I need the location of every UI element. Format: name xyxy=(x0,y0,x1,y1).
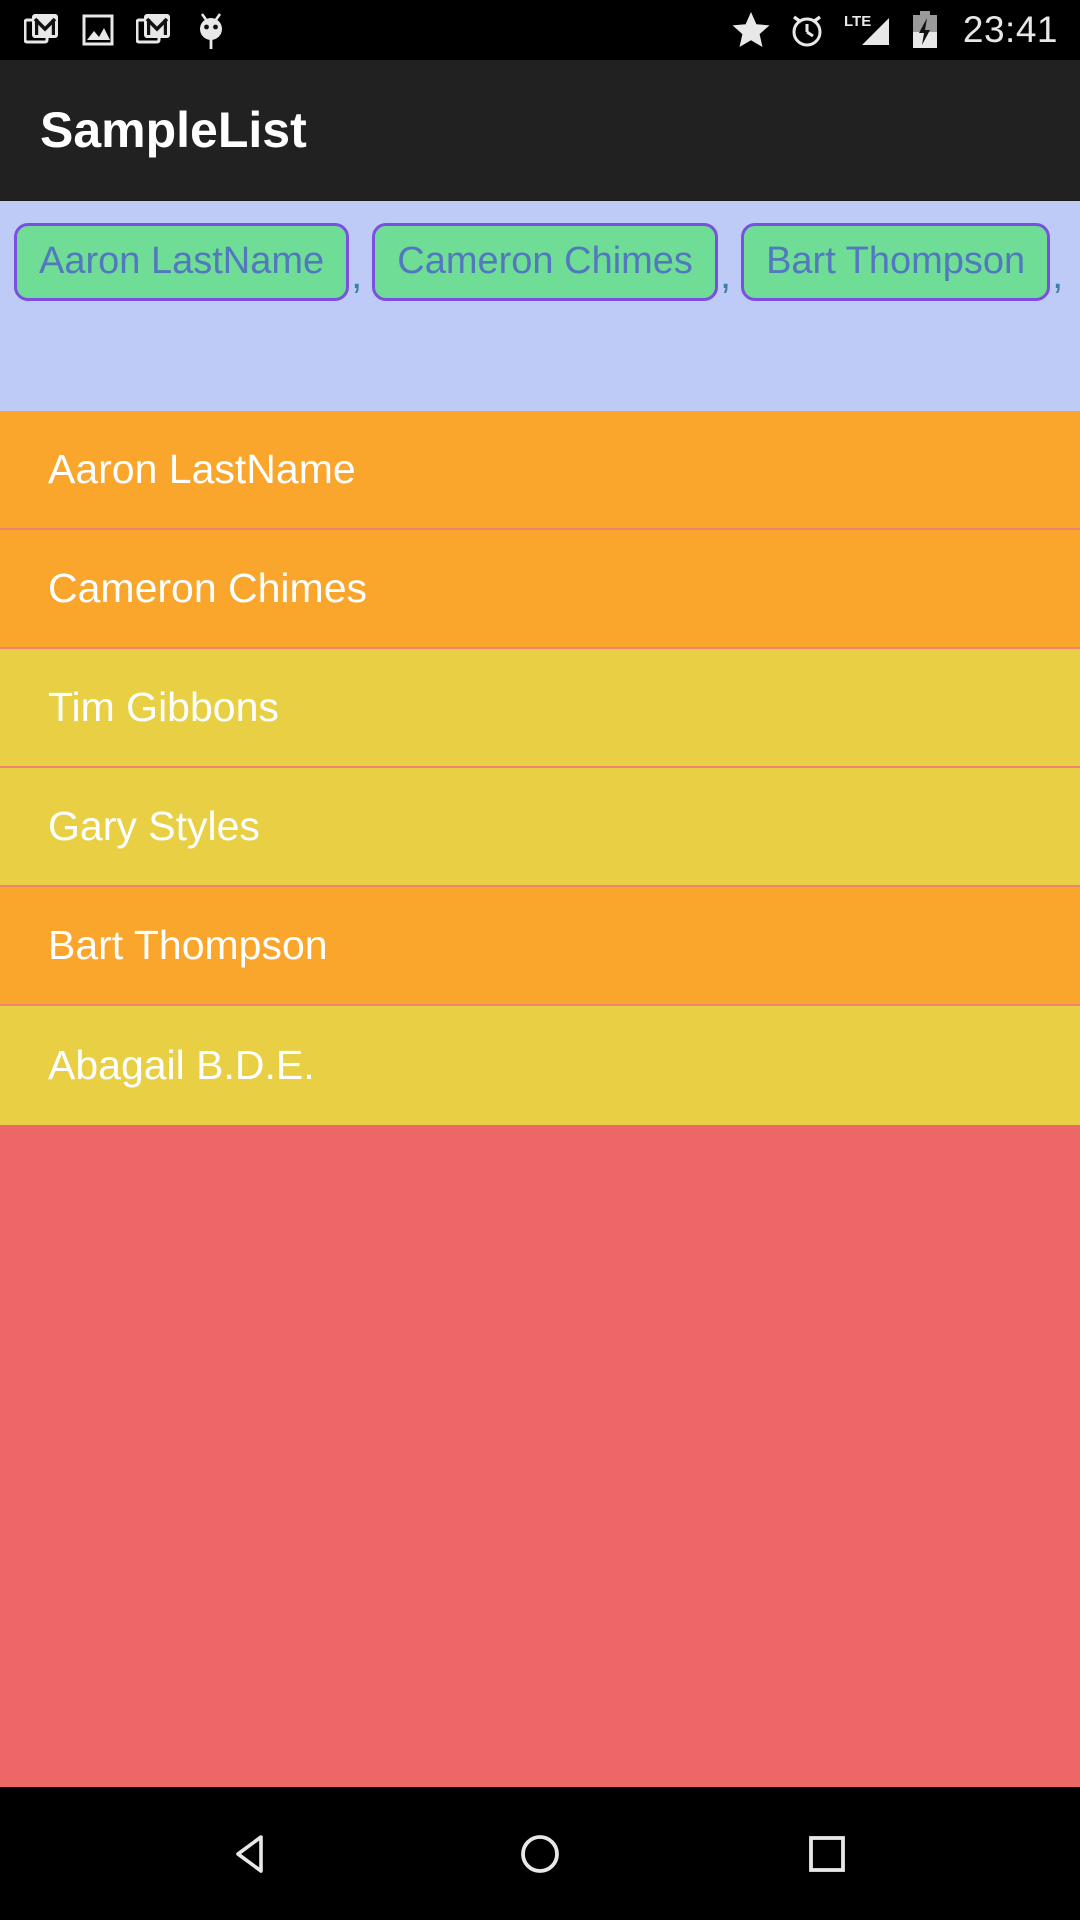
status-bar-right-icons: LTE 23:41 xyxy=(731,9,1058,51)
list-item-label: Cameron Chimes xyxy=(48,565,367,611)
app-toolbar: SampleList xyxy=(0,60,1080,201)
android-screen: LTE 23:41 SampleList Aaron LastName , Ca… xyxy=(0,0,1080,1920)
chip-item[interactable]: Cameron Chimes , xyxy=(372,223,741,301)
table-row[interactable]: Cameron Chimes xyxy=(0,530,1080,649)
chip-item[interactable]: Bart Thompson , xyxy=(741,223,1073,301)
recents-icon[interactable] xyxy=(767,1804,887,1904)
back-icon[interactable] xyxy=(193,1804,313,1904)
status-bar-left-icons xyxy=(23,10,228,50)
system-navigation-bar xyxy=(0,1787,1080,1920)
table-row[interactable]: Aaron LastName xyxy=(0,411,1080,530)
table-row[interactable]: Abagail B.D.E. xyxy=(0,1006,1080,1125)
table-row[interactable]: Gary Styles xyxy=(0,768,1080,887)
alarm-icon xyxy=(787,10,827,50)
list-item-label: Gary Styles xyxy=(48,803,260,849)
lte-signal-icon: LTE xyxy=(843,10,895,50)
list-item-label: Abagail B.D.E. xyxy=(48,1042,315,1088)
chip-item[interactable]: Aaron LastName , xyxy=(14,223,372,301)
chip-label[interactable]: Bart Thompson xyxy=(741,223,1051,301)
status-bar-clock: 23:41 xyxy=(962,9,1058,50)
gmail-icon-2 xyxy=(135,12,172,48)
selected-chips-container[interactable]: Aaron LastName , Cameron Chimes , Bart T… xyxy=(0,201,1080,411)
chip-separator: , xyxy=(1052,253,1064,297)
list-item-label: Bart Thompson xyxy=(48,922,328,968)
table-row[interactable]: Tim Gibbons xyxy=(0,649,1080,768)
gmail-icon xyxy=(23,12,60,48)
status-bar: LTE 23:41 xyxy=(0,0,1080,60)
battery-charging-icon xyxy=(911,10,939,50)
contact-list[interactable]: Aaron LastName Cameron Chimes Tim Gibbon… xyxy=(0,411,1080,1787)
chip-separator: , xyxy=(351,253,363,297)
table-row[interactable]: Bart Thompson xyxy=(0,887,1080,1006)
list-empty-area xyxy=(0,1125,1080,1787)
list-item-label: Aaron LastName xyxy=(48,446,356,492)
photo-icon xyxy=(82,12,114,48)
list-item-label: Tim Gibbons xyxy=(48,684,279,730)
chip-separator: , xyxy=(719,253,732,297)
android-debug-icon xyxy=(194,10,228,50)
home-icon[interactable] xyxy=(480,1804,600,1904)
chip-label[interactable]: Aaron LastName xyxy=(14,223,350,301)
svg-text:LTE: LTE xyxy=(844,13,871,30)
chip-label[interactable]: Cameron Chimes xyxy=(372,223,718,301)
page-title: SampleList xyxy=(40,102,307,158)
star-icon xyxy=(731,10,771,50)
